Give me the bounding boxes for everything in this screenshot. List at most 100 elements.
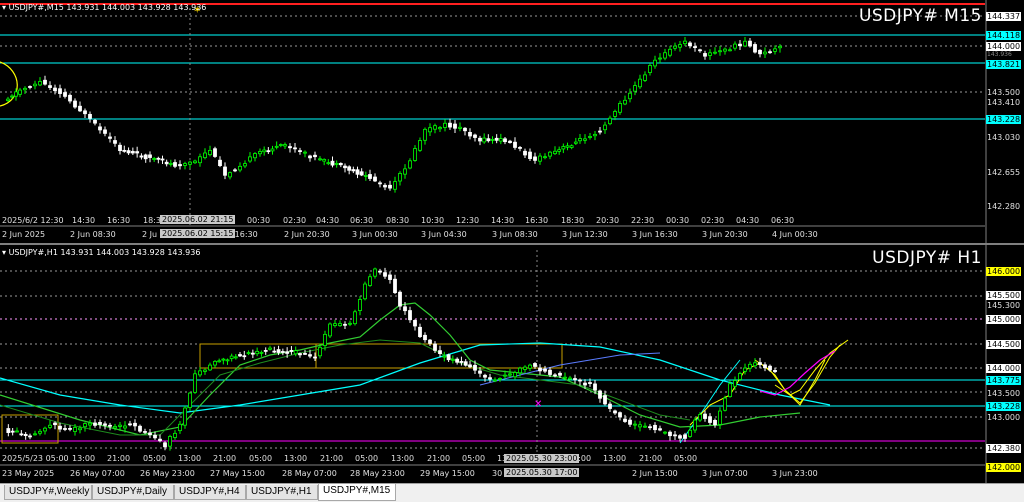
m15-candle-body (298, 150, 302, 153)
tab-daily[interactable]: USDJPY#,Daily (92, 485, 174, 500)
h1-candle-body (698, 414, 702, 421)
h1-candle-body (728, 383, 732, 398)
m15-candle-body (403, 168, 407, 175)
m15-chart-canvas[interactable]: ✶ (0, 0, 1024, 243)
h1-time-label: 26 May 07:00 (70, 469, 125, 478)
m15-candle-body (758, 49, 762, 55)
m15-candle-body (683, 40, 687, 45)
h1-candle-body (343, 323, 347, 326)
tab-h4[interactable]: USDJPY#,H4 (174, 485, 246, 500)
m15-candle-body (398, 173, 402, 182)
tab-m15[interactable]: USDJPY#,M15 (318, 484, 396, 501)
h1-candle-body (23, 433, 28, 437)
m15-candle-body (503, 138, 507, 143)
m15-candle-body (688, 42, 692, 47)
h1-candle-body (221, 358, 226, 361)
m15-time-label: 14:30 (491, 216, 515, 225)
h1-candle-body (353, 311, 357, 325)
m15-time-label: 2025/6/2 12:30 (2, 216, 64, 225)
h1-candle-body (28, 435, 32, 438)
m15-candle-body (274, 145, 279, 148)
h1-time-label: 21:00 (427, 454, 451, 463)
h1-candle-body (568, 377, 572, 380)
m15-candle-body (548, 151, 552, 157)
m15-candle-body (38, 81, 42, 86)
h1-candle-body (133, 422, 137, 427)
h1-candle-body (758, 362, 762, 365)
h1-time-label: 28 May 23:00 (350, 469, 405, 478)
m15-candle-body (58, 88, 62, 94)
m15-candle-body (678, 44, 682, 48)
h1-candle-body (593, 383, 597, 391)
h1-candle-body (455, 358, 460, 363)
m15-candle-body (118, 144, 122, 152)
tab-weekly[interactable]: USDJPY#,Weekly (4, 485, 92, 500)
m15-candle-body (557, 149, 562, 152)
tab-h1[interactable]: USDJPY#,H1 (246, 485, 318, 500)
m15-candle-body (613, 111, 617, 117)
price-label-144500: 144.500 (986, 340, 1022, 349)
m15-candle-body (583, 138, 587, 141)
h1-candle-body (723, 397, 727, 411)
h1-candle-body (663, 431, 667, 434)
m15-time-label: 16:30 (107, 216, 131, 225)
price-label-142380: 142.380 (986, 444, 1022, 453)
m15-candle-body (322, 158, 327, 162)
m15-candle-body (486, 138, 491, 142)
h1-candle-body (58, 425, 62, 430)
h1-time-label: 21:00 (639, 454, 663, 463)
h1-candle-body (503, 374, 507, 377)
price-label-145000: 145.000 (986, 315, 1022, 324)
h1-candle-body (543, 368, 547, 372)
m15-chart-pane[interactable]: ✶ ▾ USDJPY#,M15 143.931 144.003 143.928 … (0, 0, 1024, 243)
h1-candle-body (318, 346, 322, 357)
m15-candle-body (623, 99, 627, 105)
m15-time-label: 2 Jun 20:30 (284, 230, 330, 239)
h1-candle-body (528, 364, 532, 369)
m15-candle-body (438, 127, 442, 130)
h1-candle-body (208, 364, 212, 371)
m15-candle-body (569, 145, 574, 148)
m15-time-label: 2 Ju (142, 230, 158, 239)
m15-candle-body (308, 155, 312, 159)
m15-candle-body (768, 51, 772, 54)
h1-candle-body (538, 367, 542, 372)
h1-candle-body (108, 424, 112, 427)
h1-candle-body (338, 323, 342, 327)
m15-candle-body (73, 100, 77, 108)
m15-time-label: 22:30 (631, 216, 655, 225)
m15-time-label: 02:30 (701, 216, 725, 225)
m15-candle-body (178, 164, 182, 167)
price-label-142655: 142.655 (987, 168, 1021, 177)
m15-candle-body (368, 174, 372, 179)
h1-chart-pane[interactable]: ✕ ▾ USDJPY#,H1 143.931 144.003 143.928 1… (0, 243, 1024, 485)
h1-candle-body (93, 422, 97, 426)
m15-candle-body (553, 150, 557, 155)
h1-candle-body (638, 424, 642, 428)
h1-candle-body (378, 270, 382, 273)
h1-candle-body (623, 418, 627, 422)
m15-candle-body (288, 146, 292, 149)
h1-candle-body (143, 431, 147, 433)
h1-time-label: 05:00 (674, 454, 698, 463)
h1-candle-body (518, 367, 522, 374)
m15-candle-body (643, 74, 647, 81)
m15-candle-body (188, 161, 192, 165)
h1-candle-body (768, 365, 772, 371)
h1-candle-body (613, 410, 617, 414)
m15-candle-body (508, 140, 512, 144)
m15-candle-body (78, 105, 82, 112)
m15-candle-body (633, 85, 637, 92)
h1-chart-canvas[interactable]: ✕ (0, 245, 1024, 485)
m15-candle-body (303, 151, 307, 154)
h1-time-label: 05:00 (462, 454, 486, 463)
h1-candle-body (418, 326, 422, 337)
h1-candle-body (178, 423, 182, 432)
m15-candle-body (28, 86, 32, 88)
m15-candle-body (698, 49, 702, 52)
h1-candle-body (718, 410, 722, 425)
m15-cursor-time-1: 2025.06.02 21:15 (160, 215, 236, 224)
h1-candle-body (388, 274, 392, 280)
h1-candle-body (148, 432, 152, 436)
h1-time-label: 21:00 (213, 454, 237, 463)
